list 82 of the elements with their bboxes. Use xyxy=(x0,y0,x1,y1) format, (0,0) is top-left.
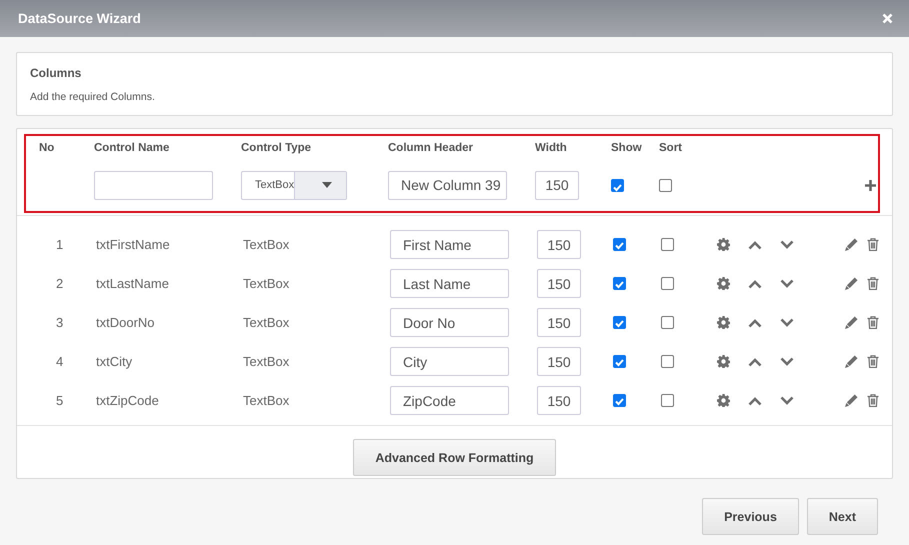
chevron-up-icon[interactable] xyxy=(748,318,762,328)
chevron-up-icon[interactable] xyxy=(748,396,762,406)
plus-icon[interactable] xyxy=(865,180,876,190)
checkbox[interactable] xyxy=(661,394,674,407)
column-header-field[interactable]: Door No xyxy=(390,308,509,337)
trash-icon[interactable] xyxy=(867,238,879,251)
width-field[interactable]: 150 xyxy=(537,347,581,376)
close-icon[interactable] xyxy=(882,13,893,24)
control-type: TextBox xyxy=(243,393,290,408)
row-number: 4 xyxy=(55,354,64,369)
trash-icon[interactable] xyxy=(867,394,879,407)
control-name: txtFirstName xyxy=(96,237,171,252)
chevron-down-icon[interactable] xyxy=(780,240,794,250)
control-type: TextBox xyxy=(243,315,290,330)
control-name: txtZipCode xyxy=(96,393,160,408)
chevron-down-icon[interactable] xyxy=(780,356,794,366)
control-name-field[interactable] xyxy=(94,170,213,200)
trash-icon[interactable] xyxy=(867,277,879,290)
pencil-icon[interactable] xyxy=(845,394,858,407)
checkbox[interactable] xyxy=(661,238,674,251)
column-header-field[interactable]: Last Name xyxy=(390,269,509,298)
chevron-up-icon[interactable] xyxy=(748,278,762,288)
checkbox[interactable] xyxy=(613,355,626,368)
column-heading: No xyxy=(39,141,56,156)
column-heading: Sort xyxy=(659,141,683,156)
width-field[interactable]: 150 xyxy=(537,308,581,337)
gear-icon[interactable] xyxy=(717,238,730,251)
checkbox[interactable] xyxy=(659,178,672,192)
control-name: txtDoorNo xyxy=(96,315,156,330)
trash-icon[interactable] xyxy=(867,355,879,368)
control-type: TextBox xyxy=(243,276,290,291)
next-button[interactable]: Next xyxy=(806,498,878,535)
control-type-dropdown[interactable]: TextBox xyxy=(241,170,347,200)
pencil-icon[interactable] xyxy=(845,355,858,368)
width-field[interactable]: 150 xyxy=(537,269,581,298)
advanced-row-formatting-button[interactable]: Advanced Row Formatting xyxy=(353,439,556,476)
column-header-field[interactable]: City xyxy=(390,347,509,376)
width-field[interactable]: 150 xyxy=(537,230,581,259)
section-title: Columns xyxy=(30,66,82,80)
column-heading: Control Name xyxy=(94,141,170,156)
section-description: Add the required Columns. xyxy=(30,91,156,103)
column-header-field[interactable]: New Column 39 xyxy=(388,170,507,200)
checkbox[interactable] xyxy=(613,316,626,329)
column-heading: Column Header xyxy=(388,141,474,156)
chevron-up-icon[interactable] xyxy=(748,356,762,366)
checkbox[interactable] xyxy=(661,277,674,290)
chevron-up-icon[interactable] xyxy=(748,240,762,250)
checkbox[interactable] xyxy=(661,316,674,329)
pencil-icon[interactable] xyxy=(845,316,858,329)
column-header-field[interactable]: ZipCode xyxy=(390,386,509,415)
checkbox[interactable] xyxy=(611,178,624,192)
pencil-icon[interactable] xyxy=(845,238,858,251)
gear-icon[interactable] xyxy=(717,277,730,290)
caret-icon xyxy=(322,182,332,188)
window-title: DataSource Wizard xyxy=(18,11,141,26)
control-name: txtCity xyxy=(96,354,134,369)
row-number: 2 xyxy=(55,276,64,291)
checkbox[interactable] xyxy=(613,394,626,407)
width-field[interactable]: 150 xyxy=(537,386,581,415)
control-name: txtLastName xyxy=(96,276,170,291)
control-type: TextBox xyxy=(243,237,290,252)
checkbox[interactable] xyxy=(613,238,626,251)
width-field[interactable]: 150 xyxy=(535,170,579,200)
column-heading: Width xyxy=(535,141,568,156)
row-number: 1 xyxy=(55,237,64,252)
trash-icon[interactable] xyxy=(867,316,879,329)
column-header-field[interactable]: First Name xyxy=(390,230,509,259)
chevron-down-icon[interactable] xyxy=(780,396,794,406)
gear-icon[interactable] xyxy=(717,316,730,329)
chevron-down-icon[interactable] xyxy=(780,278,794,288)
previous-button[interactable]: Previous xyxy=(702,498,799,535)
column-heading: Control Type xyxy=(241,141,312,156)
checkbox[interactable] xyxy=(613,277,626,290)
chevron-down-icon[interactable] xyxy=(780,318,794,328)
row-number: 3 xyxy=(55,315,64,330)
gear-icon[interactable] xyxy=(717,394,730,407)
row-number: 5 xyxy=(55,393,64,408)
gear-icon[interactable] xyxy=(717,355,730,368)
checkbox[interactable] xyxy=(661,355,674,368)
control-type: TextBox xyxy=(243,354,290,369)
column-heading: Show xyxy=(611,141,643,156)
pencil-icon[interactable] xyxy=(845,277,858,290)
